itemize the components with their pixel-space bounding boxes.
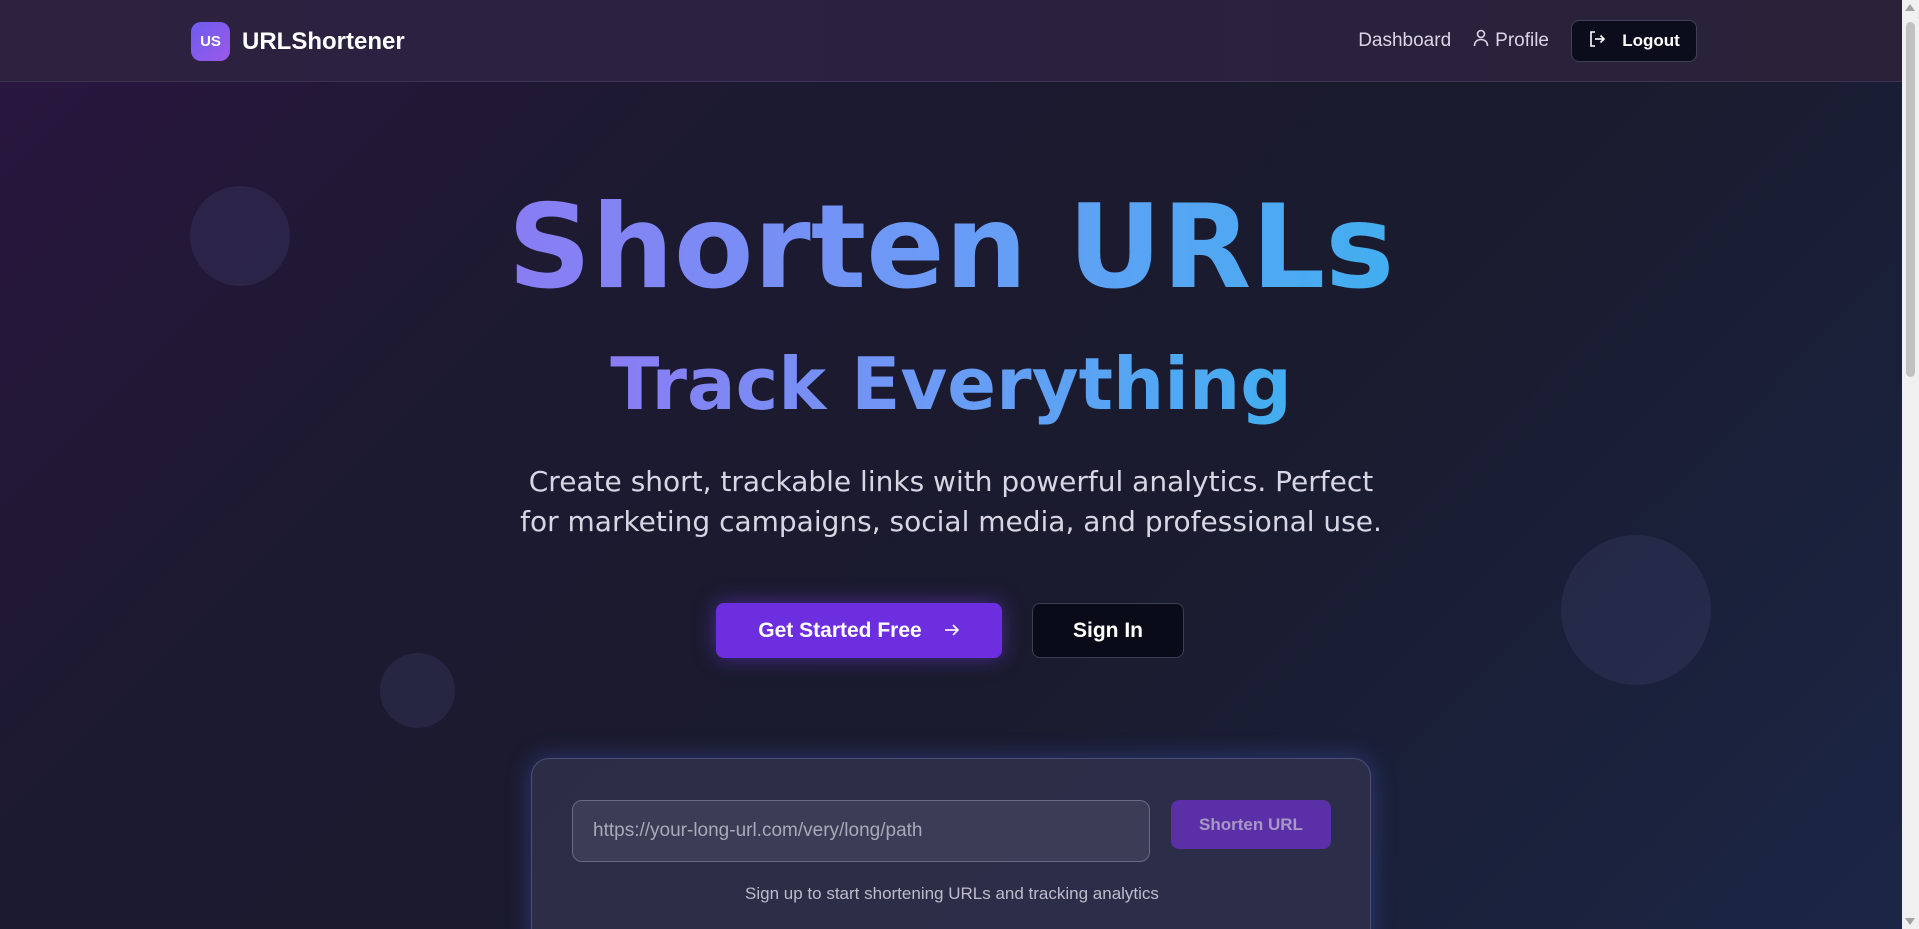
vertical-scrollbar[interactable]: [1902, 0, 1919, 929]
brand-logo: US: [191, 22, 230, 61]
shortener-card: Shorten URL Sign up to start shortening …: [531, 758, 1371, 929]
shorten-url-label: Shorten URL: [1199, 814, 1303, 834]
scrollbar-thumb[interactable]: [1906, 22, 1915, 377]
logout-label: Logout: [1622, 31, 1680, 50]
nav-profile-link[interactable]: Profile: [1473, 29, 1549, 53]
shortener-note: Sign up to start shortening URLs and tra…: [745, 884, 1159, 903]
brand-name: URLShortener: [242, 27, 405, 55]
shorten-url-button[interactable]: Shorten URL: [1171, 800, 1331, 849]
page: US URLShortener Dashboard Profile Logout…: [0, 0, 1902, 929]
navbar: US URLShortener Dashboard Profile Logout: [0, 0, 1902, 82]
cta-row: Get Started Free Sign In: [716, 603, 1184, 658]
sign-in-label: Sign In: [1073, 618, 1143, 642]
logout-icon: [1588, 30, 1606, 53]
url-input[interactable]: [572, 800, 1150, 862]
scroll-down-arrow-icon[interactable]: [1905, 918, 1915, 925]
brand[interactable]: US URLShortener: [191, 22, 405, 61]
nav-links: Dashboard Profile Logout: [1358, 20, 1697, 62]
nav-dashboard-link[interactable]: Dashboard: [1358, 30, 1451, 52]
hero-title: Shorten URLs: [0, 178, 1902, 318]
hero-title-text: Shorten URLs: [507, 180, 1395, 315]
hero-subtitle-text: Track Everything: [610, 342, 1292, 426]
user-icon: [1473, 29, 1489, 53]
get-started-button[interactable]: Get Started Free: [716, 603, 1002, 658]
arrow-right-icon: [944, 619, 960, 643]
scroll-up-arrow-icon[interactable]: [1905, 4, 1915, 11]
nav-dashboard-label: Dashboard: [1358, 30, 1452, 51]
logout-button[interactable]: Logout: [1571, 20, 1697, 62]
hero-subtitle: Track Everything: [0, 344, 1902, 424]
sign-in-button[interactable]: Sign In: [1032, 603, 1184, 658]
decorative-circle: [380, 653, 455, 728]
nav-profile-label: Profile: [1495, 30, 1549, 51]
get-started-label: Get Started Free: [758, 618, 922, 642]
hero-description: Create short, trackable links with power…: [520, 465, 1382, 538]
decorative-circle: [1561, 535, 1711, 685]
